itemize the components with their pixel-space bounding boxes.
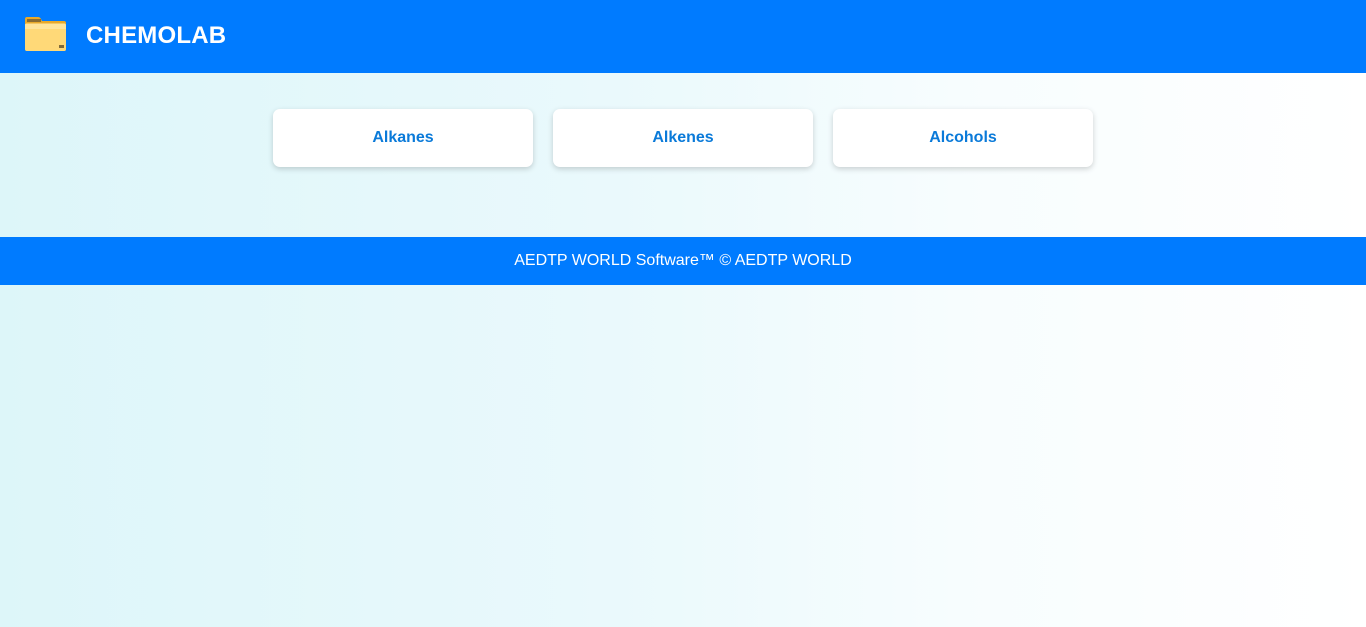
topic-card-alkenes[interactable]: Alkenes: [553, 109, 813, 167]
topic-cards: Alkanes Alkenes Alcohols: [273, 109, 1093, 167]
topic-card-label: Alcohols: [929, 129, 997, 146]
app-header: CHEMOLAB: [0, 0, 1366, 73]
app-title: CHEMOLAB: [86, 22, 227, 49]
topic-card-label: Alkanes: [372, 129, 434, 146]
app-footer: AEDTP WORLD Software™ © AEDTP WORLD: [0, 237, 1366, 285]
topic-card-label: Alkenes: [652, 129, 714, 146]
topic-card-alkanes[interactable]: Alkanes: [273, 109, 533, 167]
footer-copyright: AEDTP WORLD Software™ © AEDTP WORLD: [514, 252, 852, 269]
folder-icon: [23, 15, 68, 53]
topic-card-alcohols[interactable]: Alcohols: [833, 109, 1093, 167]
